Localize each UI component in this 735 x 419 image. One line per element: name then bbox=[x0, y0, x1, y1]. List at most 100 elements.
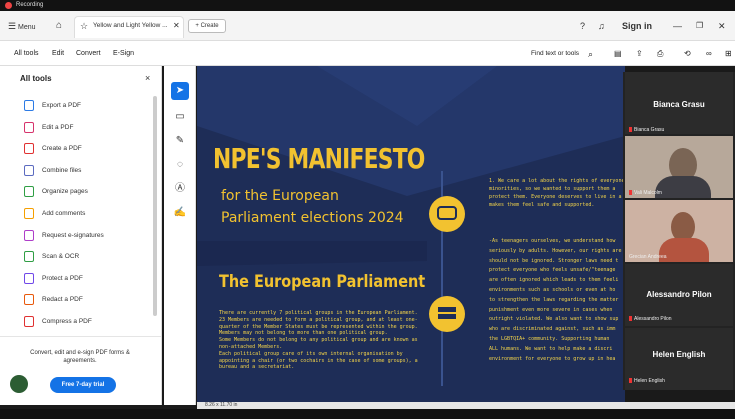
pen-icon[interactable]: ✎ bbox=[171, 132, 189, 150]
tool-label: Combine files bbox=[42, 166, 82, 174]
scrollbar[interactable] bbox=[153, 96, 157, 316]
mic-muted-icon bbox=[629, 316, 632, 322]
tool-item[interactable]: Edit a PDF bbox=[24, 121, 144, 135]
participant-tile[interactable]: Grecian Andreea bbox=[625, 200, 733, 262]
tool-item[interactable]: Request e-signatures bbox=[24, 229, 144, 243]
tool-item[interactable]: Add comments bbox=[24, 207, 144, 221]
menu-esign[interactable]: E-Sign bbox=[113, 48, 134, 60]
tool-icon bbox=[24, 251, 34, 263]
panel-footer: Convert, edit and e-sign PDF forms & agr… bbox=[0, 336, 161, 405]
panel-title: All tools bbox=[20, 74, 52, 83]
save-icon[interactable]: ▤ bbox=[614, 48, 622, 60]
more-icon[interactable]: ⊞ bbox=[725, 48, 732, 60]
participant-tile[interactable]: Alessandro Pilon Alessandro Pilon bbox=[625, 264, 733, 326]
manifesto-title: NPE'S MANIFESTO bbox=[213, 142, 425, 175]
text-line: seriously by adults. However, our rights… bbox=[489, 247, 622, 254]
text-line: the LGBTQIA+ community. Supporting human bbox=[489, 336, 610, 342]
close-panel-icon[interactable]: × bbox=[145, 73, 150, 83]
tool-item[interactable]: Export a PDF bbox=[24, 99, 144, 113]
tool-item[interactable]: Organize pages bbox=[24, 185, 144, 199]
record-icon bbox=[5, 2, 12, 9]
menu-edit[interactable]: Edit bbox=[52, 48, 64, 60]
search-icon[interactable]: ⌕ bbox=[588, 48, 593, 60]
section-title: The European Parliament bbox=[219, 272, 426, 292]
tool-label: Edit a PDF bbox=[42, 123, 74, 131]
text-line: non-attached Members. bbox=[219, 344, 283, 350]
participant-tile[interactable]: Bianca Grasu Bianca Grasu bbox=[625, 72, 733, 134]
text-box-icon[interactable]: Ⓐ bbox=[171, 180, 189, 198]
menu-bar: All tools Edit Convert E-Sign Find text … bbox=[0, 41, 735, 66]
document-tab[interactable]: ☆ Yellow and Light Yellow ... ✕ bbox=[74, 16, 184, 38]
text-line: outright violated. We also want to show … bbox=[489, 316, 619, 323]
subtitle-line-2: Parliament elections 2024 bbox=[221, 210, 404, 226]
link-icon[interactable]: ∞ bbox=[706, 48, 712, 60]
signature-icon[interactable]: ✍ bbox=[171, 204, 189, 222]
tool-item[interactable]: Scan & OCR bbox=[24, 250, 144, 264]
bell-icon[interactable]: ♫ bbox=[598, 20, 605, 32]
free-trial-button[interactable]: Free 7-day trial bbox=[50, 377, 116, 393]
mic-muted-icon bbox=[629, 378, 632, 384]
text-line: are often ignored which leads to them fe… bbox=[489, 277, 619, 284]
text-line: Members may not belong to more than one … bbox=[219, 330, 388, 337]
window-title: Recording bbox=[16, 2, 44, 8]
lasso-icon[interactable]: ◌ bbox=[171, 156, 189, 174]
close-tab-icon[interactable]: ✕ bbox=[173, 21, 180, 30]
tool-item[interactable]: Combine files bbox=[24, 164, 144, 178]
hamburger-icon: ☰ bbox=[8, 21, 17, 31]
participant-tag: Vali Malcolm bbox=[629, 190, 662, 196]
maximize-icon[interactable]: ❐ bbox=[696, 20, 703, 32]
tool-icon bbox=[24, 100, 34, 111]
menu-button[interactable]: ☰ Menu bbox=[8, 20, 36, 34]
minimize-icon[interactable]: — bbox=[673, 20, 682, 32]
text-line: minorities, so we wanted to support them… bbox=[489, 186, 616, 192]
text-line: environments such as schools or even at … bbox=[489, 287, 616, 293]
subtitle-line-1: for the European bbox=[221, 188, 339, 204]
recording-bar: Recording bbox=[0, 0, 735, 11]
tool-icon bbox=[24, 164, 34, 176]
books-icon bbox=[429, 296, 465, 332]
participant-tile[interactable]: Vali Malcolm bbox=[625, 136, 733, 198]
text-line: There are currently 7 political groups i… bbox=[219, 310, 418, 316]
tab-bar: ☰ Menu ⌂ ☆ Yellow and Light Yellow ... ✕… bbox=[0, 11, 735, 41]
tool-label: Compress a PDF bbox=[42, 318, 92, 325]
share-icon[interactable]: ⟲ bbox=[684, 48, 691, 60]
create-button[interactable]: + Create bbox=[188, 19, 226, 33]
handshake-icon bbox=[429, 196, 465, 232]
text-line: who are discriminated against, such as i… bbox=[489, 326, 616, 333]
tool-icon bbox=[24, 143, 34, 155]
close-window-icon[interactable]: ✕ bbox=[718, 20, 726, 32]
tool-item[interactable]: Compress a PDF bbox=[24, 315, 144, 329]
text-line: environment for everyone to grow up in h… bbox=[489, 355, 616, 362]
sign-in-button[interactable]: Sign in bbox=[622, 20, 652, 32]
participant-tag: Alessandro Pilon bbox=[629, 316, 672, 322]
tool-item[interactable]: Redact a PDF bbox=[24, 293, 144, 307]
select-icon[interactable]: ➤ bbox=[171, 82, 189, 100]
tool-label: Redact a PDF bbox=[42, 296, 83, 304]
upload-icon[interactable]: ⇪ bbox=[636, 48, 643, 60]
tool-item[interactable]: Protect a PDF bbox=[24, 272, 144, 286]
help-icon[interactable]: ? bbox=[580, 20, 585, 32]
tool-icon bbox=[24, 294, 34, 306]
participant-tile[interactable]: Helen English Helen English bbox=[625, 328, 733, 390]
print-icon[interactable]: ⎙ bbox=[657, 48, 663, 60]
mic-muted-icon bbox=[629, 190, 632, 196]
participant-name: Helen English bbox=[652, 350, 706, 359]
promo-text: Convert, edit and e-sign PDF forms & agr… bbox=[30, 350, 130, 364]
all-tools-panel: All tools × Export a PDF Edit a PDF Create… bbox=[0, 66, 162, 405]
pdf-page: NPE'S MANIFESTO for the European Parliam… bbox=[197, 66, 625, 402]
find-tools-field[interactable]: Find text or tools bbox=[531, 48, 579, 60]
video-call-panel: Bianca Grasu Bianca Grasu Vali Malcolm G… bbox=[623, 72, 735, 390]
star-icon[interactable]: ☆ bbox=[80, 21, 88, 32]
page-size: 8.26 x 11.70 in bbox=[205, 402, 238, 408]
comment-icon[interactable]: ▭ bbox=[171, 108, 189, 126]
participant-tag: Bianca Grasu bbox=[629, 127, 664, 133]
home-icon[interactable]: ⌂ bbox=[56, 20, 62, 32]
text-line: 23 Members are needed to form a politica… bbox=[219, 316, 418, 323]
menu-convert[interactable]: Convert bbox=[76, 48, 101, 60]
tool-icon bbox=[24, 186, 34, 198]
text-line: punishment even more severe in cases whe… bbox=[489, 306, 613, 313]
tool-item[interactable]: Create a PDF bbox=[24, 142, 144, 156]
avatar[interactable] bbox=[10, 375, 28, 393]
participant-name: Bianca Grasu bbox=[653, 100, 705, 109]
menu-all-tools[interactable]: All tools bbox=[14, 48, 39, 60]
